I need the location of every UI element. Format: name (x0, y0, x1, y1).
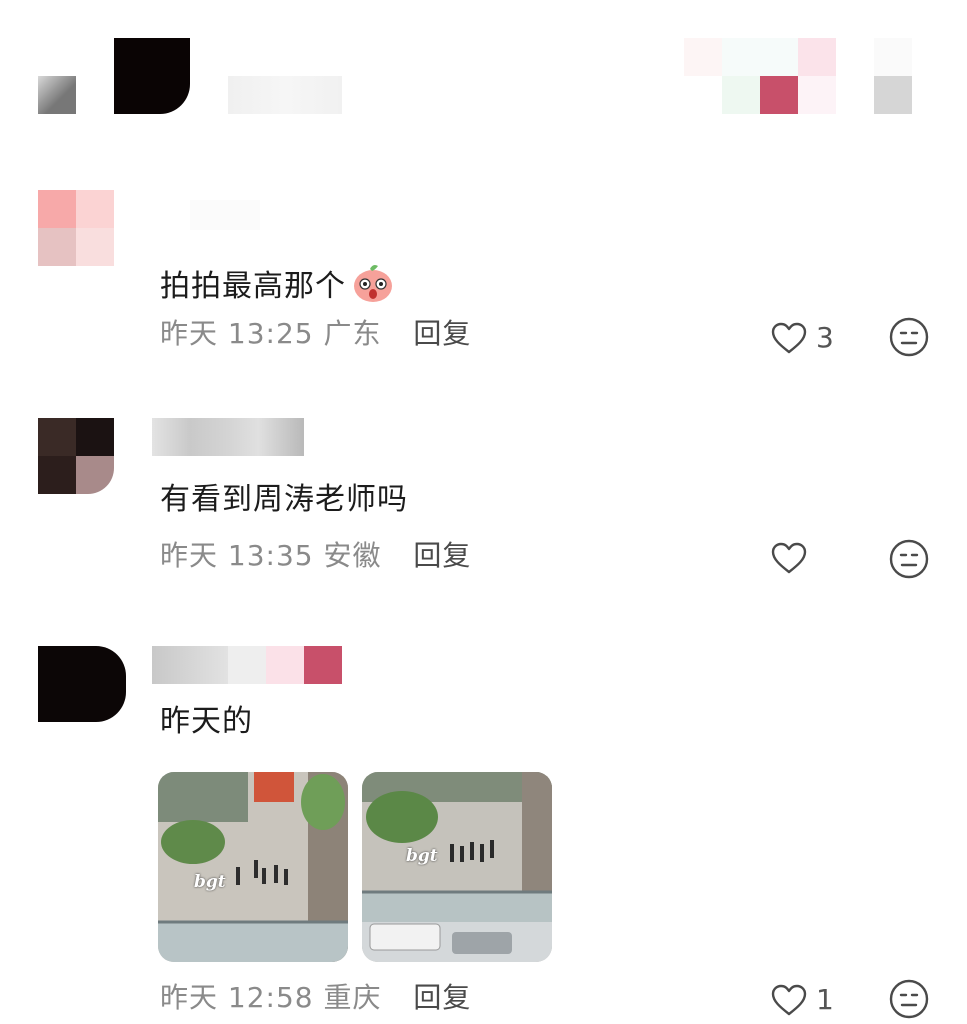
like-button[interactable]: 3 (770, 318, 850, 358)
comment-text: 有看到周涛老师吗 (160, 482, 408, 517)
header-pixel-5 (760, 76, 798, 114)
header-pixel-block (38, 76, 76, 114)
header-pixel-8 (874, 38, 912, 76)
dislike-button[interactable] (888, 978, 930, 1020)
username-blur (152, 418, 304, 456)
username-blur (228, 646, 266, 684)
image-watermark: bgt (406, 846, 438, 866)
header-pixel-6 (798, 76, 836, 114)
comment-location: 安徽 (323, 539, 382, 572)
comment-time: 昨天 13:25 (160, 317, 314, 350)
comment-text: 拍拍最高那个 (160, 269, 346, 304)
comment-image[interactable]: bgt (158, 772, 348, 962)
username-blur (304, 646, 342, 684)
meh-face-icon (889, 317, 929, 357)
header-pixel-3 (798, 38, 836, 76)
avatar[interactable] (38, 646, 126, 722)
dislike-button[interactable] (888, 538, 930, 580)
comment-image[interactable]: bgt (362, 772, 552, 962)
like-count: 1 (816, 983, 834, 1016)
heart-outline-icon (771, 984, 807, 1016)
username-blur (190, 200, 260, 230)
comment-time: 昨天 12:58 (160, 981, 314, 1014)
header-avatar[interactable] (114, 38, 190, 114)
meh-face-icon (889, 979, 929, 1019)
heart-outline-icon (771, 542, 807, 574)
comment-item (0, 640, 967, 740)
comment-content: 拍拍最高那个 (160, 260, 396, 315)
comment-meta: 昨天 13:35 安徽 回复 (160, 538, 471, 574)
reply-button[interactable]: 回复 (413, 981, 471, 1014)
username-blur (266, 646, 304, 684)
comment-meta: 昨天 12:58 重庆 回复 (160, 980, 471, 1016)
header-pixel-1 (684, 38, 722, 76)
meh-face-icon (889, 539, 929, 579)
header-pixel-2 (722, 38, 798, 76)
comment-time: 昨天 13:35 (160, 539, 314, 572)
like-button[interactable]: 1 (770, 980, 850, 1020)
heart-outline-icon (771, 322, 807, 354)
comment-content: 有看到周涛老师吗 (160, 480, 408, 520)
comment-text: 昨天的 (160, 704, 253, 739)
avatar[interactable] (38, 190, 114, 266)
avatar[interactable] (38, 418, 114, 494)
header-name-blur (228, 76, 342, 114)
comment-meta: 昨天 13:25 广东 回复 (160, 316, 471, 352)
reply-button[interactable]: 回复 (413, 317, 471, 350)
dislike-button[interactable] (888, 316, 930, 358)
peach-surprised-emoji-icon (350, 260, 396, 315)
like-count: 3 (816, 321, 834, 354)
image-watermark: bgt (194, 872, 226, 892)
comment-content: 昨天的 (160, 702, 253, 742)
header-obscured-area (0, 0, 967, 160)
header-pixel-4 (722, 76, 760, 114)
header-pixel-7 (874, 76, 912, 114)
username-blur (152, 646, 228, 684)
comment-location: 重庆 (323, 981, 382, 1014)
comment-location: 广东 (323, 317, 382, 350)
reply-button[interactable]: 回复 (413, 539, 471, 572)
like-button[interactable] (770, 538, 850, 578)
